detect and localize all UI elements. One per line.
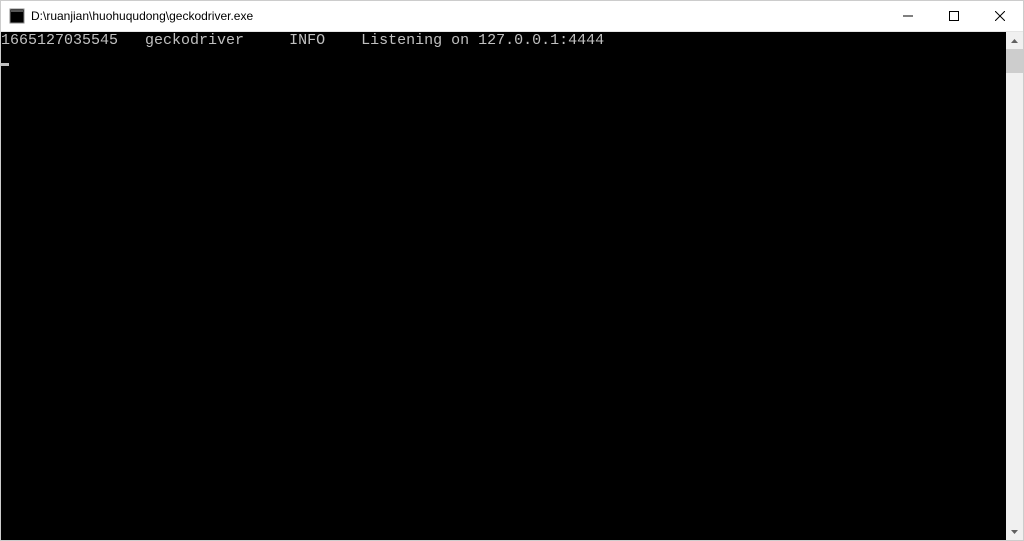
titlebar[interactable]: D:\ruanjian\huohuqudong\geckodriver.exe [1, 1, 1023, 32]
scroll-track[interactable] [1006, 49, 1023, 523]
vertical-scrollbar[interactable] [1006, 32, 1023, 540]
maximize-button[interactable] [931, 1, 977, 31]
content-area: 1665127035545 geckodriver INFO Listening… [1, 32, 1023, 540]
scroll-thumb[interactable] [1006, 49, 1023, 73]
window-controls [885, 1, 1023, 31]
scroll-down-button[interactable] [1006, 523, 1023, 540]
log-timestamp: 1665127035545 [1, 32, 118, 49]
log-component: geckodriver [145, 32, 244, 49]
cursor-line [1, 50, 1006, 68]
terminal-output[interactable]: 1665127035545 geckodriver INFO Listening… [1, 32, 1006, 540]
console-window: D:\ruanjian\huohuqudong\geckodriver.exe … [0, 0, 1024, 541]
cursor-icon [1, 63, 9, 66]
app-icon [9, 8, 25, 24]
log-message: Listening on 127.0.0.1:4444 [361, 32, 604, 49]
window-title: D:\ruanjian\huohuqudong\geckodriver.exe [31, 9, 885, 23]
log-level: INFO [289, 32, 325, 49]
scroll-up-button[interactable] [1006, 32, 1023, 49]
close-button[interactable] [977, 1, 1023, 31]
minimize-button[interactable] [885, 1, 931, 31]
log-line: 1665127035545 geckodriver INFO Listening… [1, 32, 1006, 50]
